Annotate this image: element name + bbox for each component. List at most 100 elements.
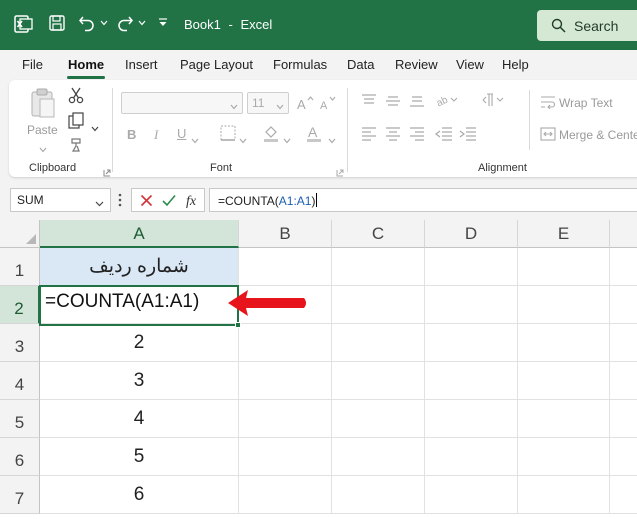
cell-a1[interactable]: شماره ردیف [40, 248, 239, 286]
increase-font-icon[interactable]: A [296, 95, 314, 116]
cancel-icon[interactable] [140, 194, 153, 212]
cell-d5[interactable] [425, 400, 518, 438]
paste-label[interactable]: Paste [27, 123, 58, 137]
column-header-d[interactable]: D [425, 220, 518, 248]
align-bottom-icon[interactable] [409, 94, 425, 113]
cell-b1[interactable] [239, 248, 332, 286]
increase-indent-icon[interactable] [459, 127, 477, 146]
tab-data[interactable]: Data [347, 57, 374, 72]
row-header-7[interactable]: 7 [0, 476, 40, 514]
tab-review[interactable]: Review [395, 57, 438, 72]
cell-c1[interactable] [332, 248, 425, 286]
bold-icon[interactable]: B [127, 127, 136, 142]
cell-a3[interactable]: 2 [40, 324, 239, 362]
wrap-text-icon[interactable] [540, 95, 556, 114]
more-options-icon[interactable] [118, 193, 122, 212]
column-header-f[interactable] [610, 220, 637, 248]
cell-e5[interactable] [518, 400, 610, 438]
font-size-box[interactable]: 11 [247, 92, 289, 114]
underline-dropdown-icon[interactable] [191, 131, 199, 149]
font-name-dropdown-icon[interactable] [230, 97, 238, 115]
decrease-font-icon[interactable]: A [319, 95, 337, 116]
cell-c4[interactable] [332, 362, 425, 400]
row-header-3[interactable]: 3 [0, 324, 40, 362]
name-box[interactable]: SUM [10, 188, 111, 212]
column-header-a[interactable]: A [40, 220, 239, 248]
cell-a6[interactable]: 5 [40, 438, 239, 476]
fill-color-dropdown-icon[interactable] [283, 131, 291, 149]
align-right-icon[interactable] [409, 127, 425, 146]
tab-file[interactable]: File [22, 57, 43, 72]
align-center-icon[interactable] [385, 127, 401, 146]
redo-dropdown-icon[interactable] [138, 20, 146, 26]
cell-d7[interactable] [425, 476, 518, 514]
enter-checkmark-icon[interactable] [162, 194, 176, 212]
undo-icon[interactable] [78, 14, 96, 32]
cell-e6[interactable] [518, 438, 610, 476]
cell-e1[interactable] [518, 248, 610, 286]
tab-page-layout[interactable]: Page Layout [180, 57, 253, 72]
italic-icon[interactable]: I [154, 127, 158, 143]
insert-function-icon[interactable]: fx [185, 192, 201, 213]
cell-c5[interactable] [332, 400, 425, 438]
cell-d2[interactable] [425, 286, 518, 324]
merge-center-icon[interactable] [540, 127, 556, 146]
column-header-e[interactable]: E [518, 220, 610, 248]
row-header-5[interactable]: 5 [0, 400, 40, 438]
column-header-c[interactable]: C [332, 220, 425, 248]
cell-f6[interactable] [610, 438, 637, 476]
select-all-corner[interactable] [0, 220, 40, 248]
tab-formulas[interactable]: Formulas [273, 57, 327, 72]
underline-icon[interactable]: U [177, 126, 186, 141]
row-header-6[interactable]: 6 [0, 438, 40, 476]
cell-f2[interactable] [610, 286, 637, 324]
cell-b3[interactable] [239, 324, 332, 362]
redo-icon[interactable] [116, 14, 134, 32]
paste-dropdown-icon[interactable] [39, 140, 47, 158]
font-name-box[interactable] [121, 92, 243, 114]
cell-e4[interactable] [518, 362, 610, 400]
row-header-1[interactable]: 1 [0, 248, 40, 286]
cell-a7[interactable]: 6 [40, 476, 239, 514]
cell-e3[interactable] [518, 324, 610, 362]
cell-f7[interactable] [610, 476, 637, 514]
rtl-direction-icon[interactable] [481, 92, 505, 113]
row-header-2[interactable]: 2 [0, 286, 40, 324]
wrap-text-label[interactable]: Wrap Text [559, 96, 613, 110]
copy-dropdown-icon[interactable] [91, 119, 99, 137]
cell-c2[interactable] [332, 286, 425, 324]
cell-b4[interactable] [239, 362, 332, 400]
cell-b6[interactable] [239, 438, 332, 476]
font-color-dropdown-icon[interactable] [328, 131, 336, 149]
font-size-dropdown-icon[interactable] [276, 97, 284, 115]
align-top-icon[interactable] [361, 94, 377, 113]
paste-icon[interactable] [29, 88, 57, 125]
formula-input[interactable]: =COUNTA(A1:A1) [209, 188, 637, 212]
cell-d3[interactable] [425, 324, 518, 362]
borders-dropdown-icon[interactable] [239, 131, 247, 149]
cell-d4[interactable] [425, 362, 518, 400]
cell-f4[interactable] [610, 362, 637, 400]
customize-toolbar-icon[interactable] [158, 17, 168, 29]
font-color-icon[interactable]: A [306, 124, 322, 147]
fill-color-icon[interactable] [262, 124, 280, 147]
cell-c7[interactable] [332, 476, 425, 514]
row-header-4[interactable]: 4 [0, 362, 40, 400]
align-middle-icon[interactable] [385, 94, 401, 113]
column-header-b[interactable]: B [239, 220, 332, 248]
cell-c3[interactable] [332, 324, 425, 362]
tab-help[interactable]: Help [502, 57, 529, 72]
tab-home[interactable]: Home [68, 57, 104, 72]
merge-center-label[interactable]: Merge & Center [559, 128, 637, 142]
save-icon[interactable] [48, 14, 66, 32]
cell-e7[interactable] [518, 476, 610, 514]
cell-d6[interactable] [425, 438, 518, 476]
cell-f5[interactable] [610, 400, 637, 438]
format-painter-icon[interactable] [69, 137, 85, 158]
cell-b5[interactable] [239, 400, 332, 438]
search-box[interactable]: Search [537, 10, 637, 41]
tab-view[interactable]: View [456, 57, 484, 72]
align-left-icon[interactable] [361, 127, 377, 146]
orientation-icon[interactable]: ab [435, 92, 458, 113]
tab-insert[interactable]: Insert [125, 57, 158, 72]
